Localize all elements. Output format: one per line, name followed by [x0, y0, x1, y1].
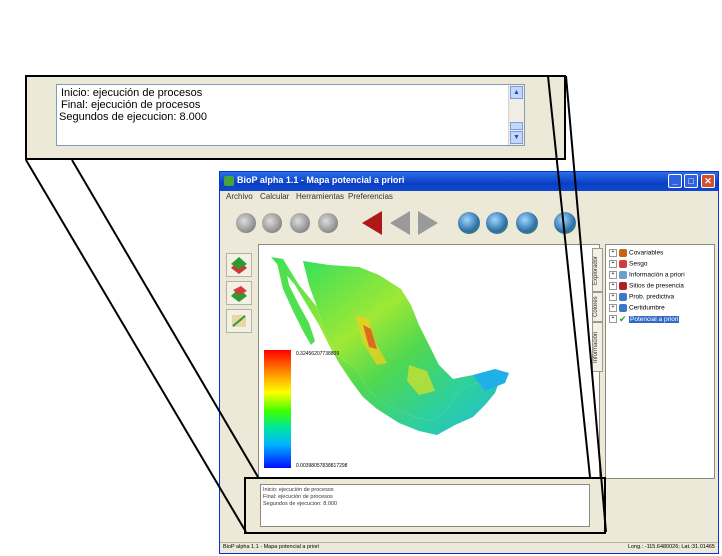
globe-icon[interactable]	[486, 212, 508, 234]
check-icon: ✔	[619, 314, 627, 324]
zoom-line-3: Segundos de ejecucion: 8.000	[59, 111, 208, 123]
minimize-button[interactable]: _	[668, 174, 682, 188]
map-view[interactable]: 0.32456207738809 0.00398057838817298	[258, 244, 600, 479]
tab-explorador[interactable]: Explorador	[592, 248, 603, 292]
side-tabs: Explorador Colores Información	[592, 244, 604, 479]
legend-max: 0.32456207738809	[296, 351, 340, 357]
scroll-up-icon[interactable]: ▲	[510, 86, 523, 99]
legend-min: 0.00398057838817298	[296, 463, 348, 469]
scroll-thumb[interactable]	[510, 122, 523, 130]
forward-icon[interactable]	[418, 211, 438, 235]
tree-item-sesgo[interactable]: + Sesgo	[609, 260, 647, 270]
tree-item-prob[interactable]: + Prob. predictiva	[609, 293, 674, 303]
globe-icon[interactable]	[458, 212, 480, 234]
tab-informacion[interactable]: Información	[592, 322, 603, 372]
zoom-console-text: Inicio: ejecución de procesos Final: eje…	[56, 84, 525, 146]
status-bar: BioP alpha 1.1 - Mapa potencial a priori…	[220, 542, 718, 553]
globe-icon[interactable]	[516, 212, 538, 234]
globe-icon[interactable]	[554, 212, 576, 234]
tree-item-sitios[interactable]: + Sitios de presencia	[609, 282, 684, 292]
zoom-line-1: Inicio: ejecución de procesos	[61, 87, 203, 99]
cert-icon	[619, 304, 627, 312]
title-bar[interactable]: BioP alpha 1.1 - Mapa potencial a priori…	[220, 172, 718, 191]
callout-source-frame	[244, 477, 606, 534]
tree-item-covariables[interactable]: + Covariables	[609, 249, 663, 259]
layer-tree: + Covariables + Sesgo + Información a prior…	[605, 244, 715, 479]
info-tool-icon[interactable]	[226, 309, 252, 333]
maximize-button[interactable]: □	[684, 174, 698, 188]
tree-item-certidumbre[interactable]: + Certidumbre	[609, 304, 665, 314]
app-icon	[224, 176, 234, 186]
layers-icon	[619, 249, 627, 257]
zoom-callout: Inicio: ejecución de procesos Final: eje…	[25, 75, 566, 160]
back-red-icon[interactable]	[362, 211, 382, 235]
zoom-line-2: Final: ejecución de procesos	[61, 99, 201, 111]
legend-color-bar	[264, 350, 291, 468]
pin-icon	[619, 282, 627, 290]
left-toolbar	[224, 247, 254, 337]
bias-tool-icon[interactable]	[226, 281, 252, 305]
tree-item-informacion[interactable]: + Información a priori	[609, 271, 685, 281]
back-icon[interactable]	[390, 211, 410, 235]
layers-tool-icon[interactable]	[226, 253, 252, 277]
process-icon[interactable]	[290, 213, 310, 233]
gears-icon[interactable]	[262, 213, 282, 233]
export-icon[interactable]	[318, 213, 338, 233]
zoom-scrollbar[interactable]: ▲ ▼	[508, 85, 524, 145]
window-title: BioP alpha 1.1 - Mapa potencial a priori	[237, 175, 405, 185]
close-button[interactable]: ✕	[701, 174, 715, 188]
scroll-down-icon[interactable]: ▼	[510, 131, 523, 144]
menu-preferencias[interactable]: Preferencias	[348, 192, 393, 201]
tree-item-potencial[interactable]: + ✔ Potencial a priori	[609, 314, 680, 325]
bias-icon	[619, 260, 627, 268]
menu-herramientas[interactable]: Herramientas	[296, 192, 344, 201]
chart-icon	[619, 293, 627, 301]
menu-calcular[interactable]: Calcular	[260, 192, 289, 201]
status-left: BioP alpha 1.1 - Mapa potencial a priori	[223, 544, 320, 550]
mexico-map	[271, 257, 509, 435]
info-icon	[619, 271, 627, 279]
toolbar	[220, 205, 718, 241]
gear-icon[interactable]	[236, 213, 256, 233]
tab-colores[interactable]: Colores	[592, 292, 603, 322]
status-coordinates: Long.: -115.6480026; Lat.:31.01465	[627, 544, 715, 550]
menu-bar: Archivo Calcular Herramientas Preferenci…	[220, 191, 718, 204]
menu-archivo[interactable]: Archivo	[226, 192, 253, 201]
